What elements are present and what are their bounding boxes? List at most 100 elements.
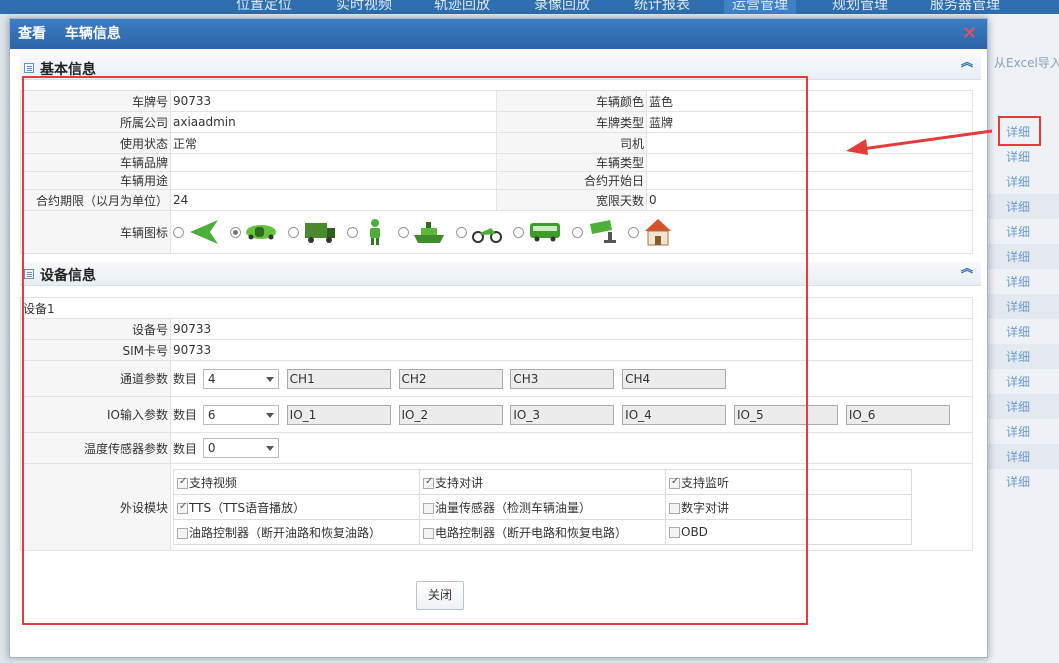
temp-count-select[interactable]: 0 [202,438,279,458]
contract-start-value [646,171,973,190]
detail-link[interactable]: 详细 [1006,123,1030,140]
detail-link[interactable]: 详细 [1006,348,1030,365]
peripheral-option[interactable]: 油路控制器（断开油路和恢复油路） [173,519,420,545]
checkbox[interactable] [423,527,434,539]
excel-import-button[interactable]: 从Excel导入 [994,54,1059,71]
peripheral-option[interactable]: 电路控制器（断开电路和恢复电路） [419,519,666,545]
contract-term-value: 24 [170,189,497,211]
nav-item-server[interactable]: 服务器管理 [930,0,1000,14]
peripheral-option[interactable]: 支持对讲 [419,469,666,495]
channel-input[interactable]: CH3 [510,368,615,389]
detail-link[interactable]: 详细 [1006,448,1030,465]
contract-term-label: 合约期限（以月为单位） [20,189,171,211]
icon-option-sports-car[interactable] [229,222,279,242]
channel-input[interactable]: CH4 [622,368,727,389]
icon-option-camera[interactable] [571,218,619,246]
checkbox[interactable] [423,476,434,489]
checkbox[interactable] [177,476,188,489]
nav-item-location[interactable]: 位置定位 [236,0,292,14]
detail-link[interactable]: 详细 [1006,148,1030,165]
collapse-icon[interactable]: ︽ [961,56,973,68]
detail-link[interactable]: 详细 [1006,473,1030,490]
nav-item-reports[interactable]: 统计报表 [634,0,690,14]
checkbox[interactable] [177,501,188,514]
detail-link[interactable]: 详细 [1006,198,1030,215]
detail-link[interactable]: 详细 [1006,373,1030,390]
nav-item-track-playback[interactable]: 轨迹回放 [434,0,490,14]
checkbox[interactable] [669,476,680,489]
close-button[interactable]: 关闭 [416,581,464,610]
detail-link[interactable]: 详细 [1006,298,1030,315]
checkbox[interactable] [177,527,188,539]
icon-option-house[interactable] [628,217,673,247]
nav-item-operations[interactable]: 运营管理 [724,0,796,14]
detail-link[interactable]: 详细 [1006,173,1030,190]
io-input[interactable]: IO_2 [398,404,503,425]
icon-option-truck[interactable] [288,219,337,245]
icon-option-arrow[interactable] [173,218,220,246]
icon-radio[interactable] [571,226,583,238]
checkbox[interactable] [669,502,680,514]
house-icon [645,219,672,246]
nav-item-live-video[interactable]: 实时视频 [336,0,392,14]
channel-count-label: 数目 [173,372,198,386]
detail-link[interactable]: 详细 [1006,398,1030,415]
vehicle-info-dialog: 查看 车辆信息 ✕ 基本信息 ︽ 车牌号 90733 车辆颜色 蓝色 所属公司 … [9,18,988,658]
brand-value [170,153,497,172]
icon-option-ship[interactable] [397,219,447,245]
io-input[interactable]: IO_1 [286,404,391,425]
channel-count-select[interactable]: 4 [202,368,279,389]
person-icon [369,219,380,245]
detail-link[interactable]: 详细 [1006,273,1030,290]
peripheral-option-label: 油量传感器（检测车辆油量） [435,500,592,515]
io-input[interactable]: IO_4 [622,404,727,425]
io-input[interactable]: IO_3 [510,404,615,425]
peripheral-option-label: OBD [681,525,708,539]
chevron-down-icon [265,446,274,451]
icon-option-person[interactable] [346,218,388,246]
basic-info-table: 车牌号 90733 车辆颜色 蓝色 所属公司 axiaadmin 车牌类型 蓝牌… [20,90,973,254]
icon-radio[interactable] [346,226,358,238]
close-icon[interactable]: ✕ [962,19,977,49]
checkbox[interactable] [669,527,680,538]
icon-radio[interactable] [288,226,300,238]
peripheral-table: 支持视频 支持对讲 支持监听 TTS（TTS语音播放） 油量传感器（检测车辆油量… [173,469,912,545]
collapse-icon[interactable]: ︽ [961,262,973,274]
channel-input[interactable]: CH2 [398,368,503,389]
peripheral-option[interactable]: TTS（TTS语音播放） [173,494,420,520]
peripheral-option[interactable]: 支持监听 [665,469,912,495]
dialog-title-bar[interactable]: 查看 车辆信息 ✕ [10,19,987,49]
channel-input[interactable]: CH1 [286,368,391,389]
basic-info-section-header: 基本信息 ︽ [20,56,981,80]
detail-link[interactable]: 详细 [1006,248,1030,265]
peripheral-option[interactable]: 支持视频 [173,469,420,495]
io-input[interactable]: IO_5 [733,404,838,425]
icon-radio[interactable] [173,226,184,238]
peripheral-option[interactable]: 数字对讲 [665,494,912,520]
plate-color-value: 蓝色 [646,90,973,112]
peripheral-option[interactable]: OBD [665,519,912,545]
device-no-value: 90733 [169,318,974,340]
icon-radio[interactable] [456,226,468,238]
io-input[interactable]: IO_6 [845,404,950,425]
checkbox[interactable] [423,502,434,514]
nav-item-planning[interactable]: 规划管理 [832,0,888,14]
icon-option-motorcycle[interactable] [456,220,503,244]
detail-link[interactable]: 详细 [1006,223,1030,240]
peripheral-option-label: 支持监听 [681,475,730,490]
temp-count-label: 数目 [173,441,198,456]
icon-radio[interactable] [229,226,241,238]
icon-radio[interactable] [628,226,640,238]
detail-link[interactable]: 详细 [1006,423,1030,440]
top-navigation: 位置定位 实时视频 轨迹回放 录像回放 统计报表 运营管理 规划管理 服务器管理 [0,0,1059,14]
list-icon [24,269,34,279]
icon-radio[interactable] [512,226,524,238]
device-no-label: 设备号 [20,318,171,340]
nav-item-record-playback[interactable]: 录像回放 [534,0,590,14]
icon-option-bus[interactable] [512,220,562,244]
grace-days-value: 0 [646,189,973,211]
icon-radio[interactable] [397,226,409,238]
io-count-select[interactable]: 6 [202,404,279,425]
detail-link[interactable]: 详细 [1006,323,1030,340]
peripheral-option[interactable]: 油量传感器（检测车辆油量） [419,494,666,520]
